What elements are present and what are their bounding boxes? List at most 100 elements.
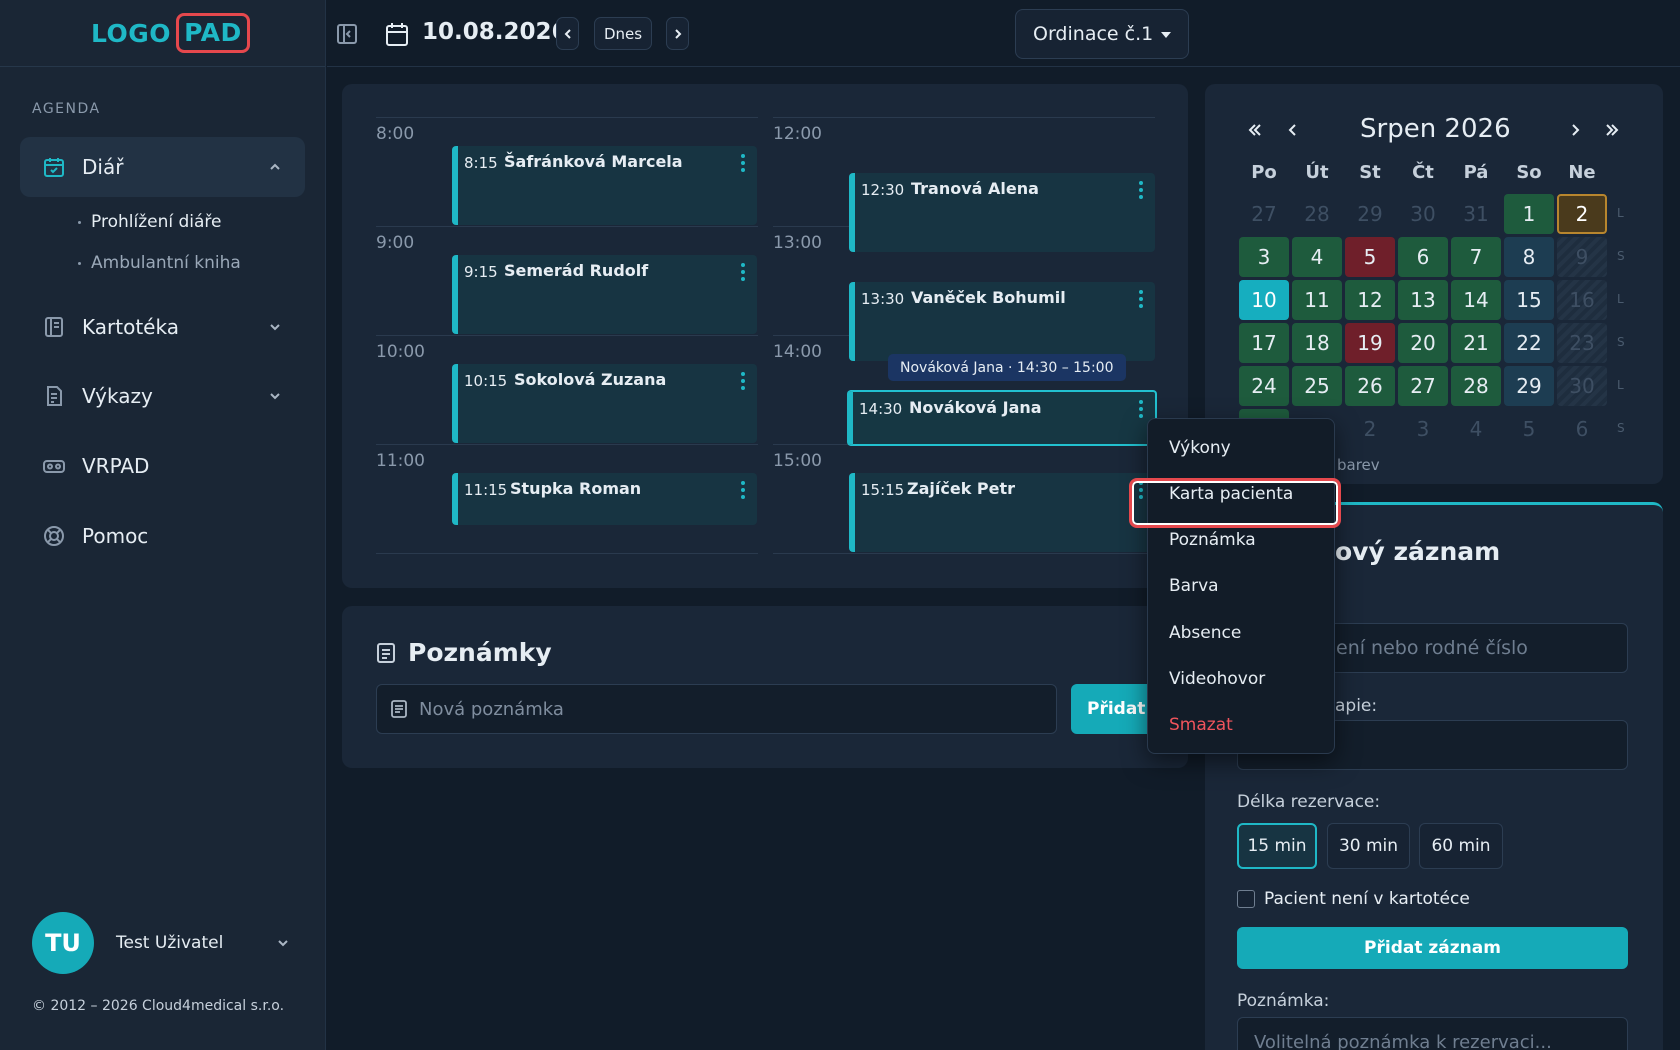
copyright: © 2012 – 2026 Cloud4medical s.r.o.	[32, 998, 285, 1014]
last-month-icon[interactable]	[1604, 122, 1620, 138]
calendar-day[interactable]: 28	[1292, 194, 1342, 234]
appointment[interactable]: 12:30 Tranová Alena	[849, 173, 1155, 252]
calendar-day[interactable]: 28	[1451, 366, 1501, 406]
calendar-day[interactable]: 24	[1239, 366, 1289, 406]
kebab-menu-icon[interactable]	[1139, 180, 1143, 200]
kebab-menu-icon[interactable]	[741, 371, 745, 391]
reservation-note-input[interactable]: Volitelná poznámka k rezervaci...	[1237, 1017, 1628, 1050]
menu-item-absence[interactable]: Absence	[1169, 623, 1241, 643]
menu-item-videohovor[interactable]: Videohovor	[1169, 669, 1265, 689]
appointment[interactable]: 11:15 Stupka Roman	[452, 473, 757, 525]
sidebar-item-vrpad[interactable]: VRPAD	[20, 436, 305, 496]
appointment[interactable]: 8:15 Šafránková Marcela	[452, 146, 757, 225]
calendar-day[interactable]: 31	[1451, 194, 1501, 234]
appointment[interactable]: 15:15 Zajíček Petr	[849, 473, 1155, 552]
prev-month-icon[interactable]	[1285, 122, 1301, 138]
calendar-day[interactable]: 3	[1239, 237, 1289, 277]
kebab-menu-icon[interactable]	[741, 480, 745, 500]
calendar-day[interactable]: 9	[1557, 237, 1607, 277]
calendar-day[interactable]: 16	[1557, 280, 1607, 320]
sidebar-subitem-label: Ambulantní kniha	[91, 253, 241, 273]
calendar-day[interactable]: 20	[1398, 323, 1448, 363]
notes-title: Poznámky	[376, 638, 552, 667]
appointment[interactable]: 13:30 Vaněček Bohumil	[849, 282, 1155, 361]
calendar-day[interactable]: 29	[1504, 366, 1554, 406]
first-month-icon[interactable]	[1247, 122, 1263, 138]
calendar-day[interactable]: 14	[1451, 280, 1501, 320]
duration-60-button[interactable]: 60 min	[1419, 823, 1503, 869]
menu-item-karta-pacienta[interactable]: Karta pacienta	[1129, 478, 1341, 528]
sidebar-subitem-ambulantni[interactable]: Ambulantní kniha	[78, 253, 241, 273]
week-parity-letter: S	[1617, 335, 1625, 349]
calendar-day[interactable]: 21	[1451, 323, 1501, 363]
week-parity-letter: S	[1617, 421, 1625, 435]
kebab-menu-icon[interactable]	[1139, 399, 1143, 419]
today-button[interactable]: Dnes	[594, 17, 652, 50]
calendar-day[interactable]: 19	[1345, 323, 1395, 363]
calendar-day[interactable]: 5	[1345, 237, 1395, 277]
calendar-day[interactable]: 4	[1292, 237, 1342, 277]
appointment-time: 12:30	[861, 181, 905, 199]
week-parity-letter: L	[1617, 378, 1624, 392]
duration-30-button[interactable]: 30 min	[1327, 823, 1410, 869]
user-menu[interactable]: TU Test Uživatel	[32, 912, 291, 974]
sidebar-item-diar[interactable]: Diář	[20, 137, 305, 197]
sidebar: LOGO PAD AGENDA Diář Prohlížení diáře Am…	[0, 0, 326, 1050]
kebab-menu-icon[interactable]	[1139, 289, 1143, 309]
sidebar-subitem-prohlizeni[interactable]: Prohlížení diáře	[78, 212, 221, 232]
duration-15-button[interactable]: 15 min	[1237, 823, 1317, 869]
calendar-icon	[386, 23, 408, 46]
not-in-registry-checkbox[interactable]: Pacient není v kartotéce	[1237, 889, 1470, 909]
calendar-day[interactable]: 11	[1292, 280, 1342, 320]
calendar-day[interactable]: 22	[1504, 323, 1554, 363]
calendar-day[interactable]: 30	[1398, 194, 1448, 234]
calendar-day[interactable]: 3	[1398, 409, 1448, 449]
calendar-day[interactable]: 4	[1451, 409, 1501, 449]
hour-label: 9:00	[376, 233, 415, 253]
calendar-day[interactable]: 10	[1239, 280, 1289, 320]
appointment[interactable]: 9:15 Semerád Rudolf	[452, 255, 757, 334]
calendar-day[interactable]: 6	[1557, 409, 1607, 449]
calendar-day[interactable]: 17	[1239, 323, 1289, 363]
calendar-day[interactable]: 15	[1504, 280, 1554, 320]
sidebar-item-kartoteka[interactable]: Kartotéka	[20, 297, 305, 357]
office-select[interactable]: Ordinace č.1	[1015, 9, 1189, 59]
hour-label: 11:00	[376, 451, 425, 471]
sidebar-item-pomoc[interactable]: Pomoc	[20, 506, 305, 566]
next-day-button[interactable]	[666, 17, 689, 50]
calendar-day[interactable]: 8	[1504, 237, 1554, 277]
sidebar-item-vykazy[interactable]: Výkazy	[20, 366, 305, 426]
sidebar-toggle-icon[interactable]	[335, 22, 359, 46]
calendar-day[interactable]: 26	[1345, 366, 1395, 406]
calendar-day[interactable]: 12	[1345, 280, 1395, 320]
next-month-icon[interactable]	[1567, 122, 1583, 138]
menu-item-vykony[interactable]: Výkony	[1169, 438, 1231, 458]
calendar-day[interactable]: 1	[1504, 194, 1554, 234]
calendar-day[interactable]: 6	[1398, 237, 1448, 277]
calendar-day[interactable]: 25	[1292, 366, 1342, 406]
menu-item-poznamka[interactable]: Poznámka	[1169, 530, 1256, 550]
bullet	[78, 261, 81, 265]
kebab-menu-icon[interactable]	[741, 153, 745, 173]
menu-item-smazat[interactable]: Smazat	[1169, 715, 1233, 735]
checkbox[interactable]	[1237, 890, 1255, 908]
calendar-day[interactable]: 2	[1557, 194, 1607, 234]
calendar-day[interactable]: 29	[1345, 194, 1395, 234]
calendar-day[interactable]: 5	[1504, 409, 1554, 449]
prev-day-button[interactable]	[556, 17, 579, 50]
kebab-menu-icon[interactable]	[741, 262, 745, 282]
add-record-button[interactable]: Přidat záznam	[1237, 927, 1628, 969]
calendar-day[interactable]: 7	[1451, 237, 1501, 277]
menu-item-barva[interactable]: Barva	[1169, 576, 1219, 596]
calendar-day[interactable]: 18	[1292, 323, 1342, 363]
appointment[interactable]: 10:15 Sokolová Zuzana	[452, 364, 757, 443]
calendar-day[interactable]: 13	[1398, 280, 1448, 320]
logo[interactable]: LOGO PAD	[91, 13, 250, 53]
calendar-day[interactable]: 27	[1239, 194, 1289, 234]
calendar-day[interactable]: 27	[1398, 366, 1448, 406]
new-note-input[interactable]: Nová poznámka	[376, 684, 1057, 734]
calendar-day[interactable]: 2	[1345, 409, 1395, 449]
calendar-day[interactable]: 23	[1557, 323, 1607, 363]
calendar-day[interactable]: 30	[1557, 366, 1607, 406]
appointment-selected[interactable]: 14:30 Nováková Jana	[847, 390, 1157, 446]
